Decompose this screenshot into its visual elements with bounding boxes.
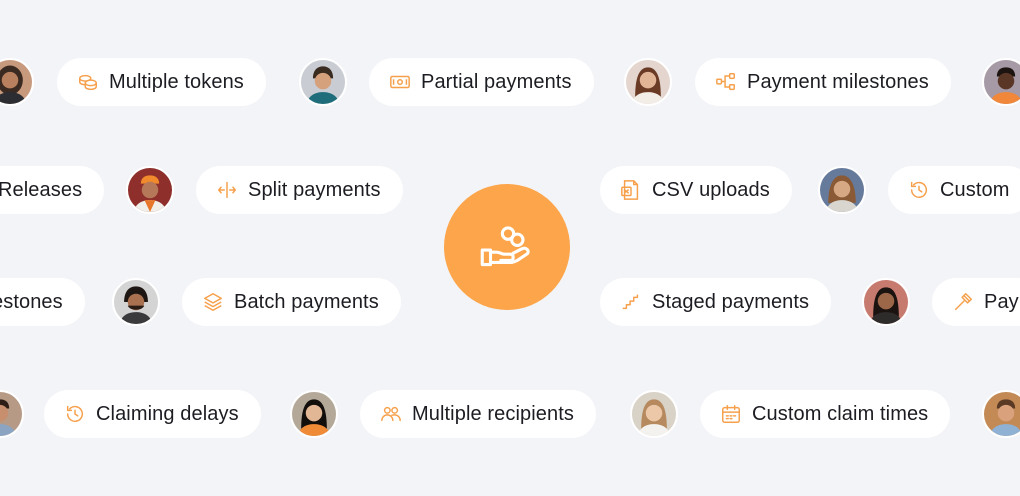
pill-label: Pay (984, 290, 1019, 313)
calendar-icon (720, 403, 742, 425)
pill-claiming-delays: Claiming delays (44, 390, 261, 438)
spreadsheet-icon (620, 179, 642, 201)
banknote-icon (389, 71, 411, 93)
avatar (0, 58, 34, 106)
avatar (982, 390, 1020, 438)
history-icon (908, 179, 930, 201)
pill-label: Claiming delays (96, 402, 239, 425)
flow-icon (715, 71, 737, 93)
pill-batch-payments: Batch payments (182, 278, 401, 326)
pill-label: Batch payments (234, 290, 379, 313)
pill-label: estones (0, 290, 63, 313)
pill-pay: Pay (932, 278, 1020, 326)
feature-cloud: Multiple tokens Partial payments Payment… (0, 0, 1020, 496)
pill-releases: Releases (0, 166, 105, 214)
pill-label: Partial payments (421, 70, 572, 93)
history-icon (64, 403, 86, 425)
pill-label: Multiple tokens (109, 70, 244, 93)
stairs-icon (620, 291, 642, 313)
center-badge (444, 184, 570, 310)
split-arrows-icon (216, 179, 238, 201)
pill-label: Custom (940, 178, 1010, 201)
avatar (982, 58, 1020, 106)
avatar (818, 166, 866, 214)
pill-label: Payment milestones (747, 70, 929, 93)
avatar (630, 390, 678, 438)
users-icon (380, 403, 402, 425)
pill-csv-uploads: CSV uploads (600, 166, 792, 214)
avatar (299, 58, 347, 106)
hand-coins-icon (474, 214, 540, 280)
avatar (624, 58, 672, 106)
avatar (126, 166, 174, 214)
avatar (862, 278, 910, 326)
pill-multiple-recipients: Multiple recipients (360, 390, 596, 438)
avatar (290, 390, 338, 438)
avatar (112, 278, 160, 326)
pill-label: Releases (0, 178, 83, 201)
pill-estones: estones (0, 278, 85, 326)
pill-label: Multiple recipients (412, 402, 574, 425)
pill-label: Custom claim times (752, 402, 929, 425)
avatar (0, 390, 24, 438)
pill-custom: Custom (888, 166, 1020, 214)
pill-label: Split payments (248, 178, 381, 201)
pill-partial-payments: Partial payments (369, 58, 594, 106)
hammer-icon (952, 291, 974, 313)
coins-icon (77, 71, 99, 93)
pill-multiple-tokens: Multiple tokens (57, 58, 266, 106)
pill-split-payments: Split payments (196, 166, 403, 214)
pill-label: Staged payments (652, 290, 810, 313)
layers-icon (202, 291, 224, 313)
pill-label: CSV uploads (652, 178, 770, 201)
pill-custom-claim-times: Custom claim times (700, 390, 951, 438)
pill-payment-milestones: Payment milestones (695, 58, 951, 106)
pill-staged-payments: Staged payments (600, 278, 832, 326)
